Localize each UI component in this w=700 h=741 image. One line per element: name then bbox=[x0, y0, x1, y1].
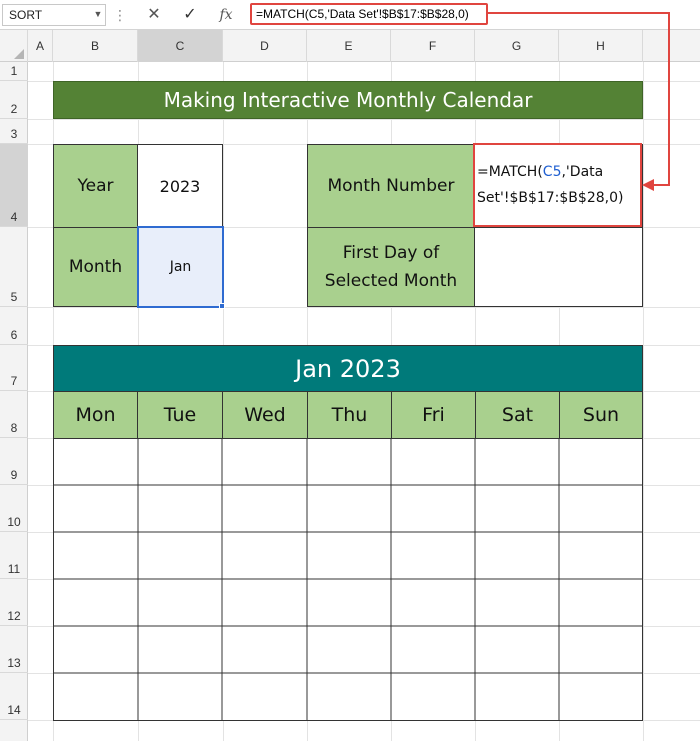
column-header-a[interactable]: A bbox=[28, 30, 53, 62]
month-value-cell[interactable]: Jan bbox=[137, 226, 224, 308]
row-header-7[interactable]: 7 bbox=[0, 345, 28, 391]
calendar-month-header: Jan 2023 bbox=[53, 345, 643, 392]
weekday-wed: Wed bbox=[222, 391, 308, 439]
row-header-6[interactable]: 6 bbox=[0, 307, 28, 345]
weekday-mon: Mon bbox=[53, 391, 138, 439]
column-header-d[interactable]: D bbox=[223, 30, 307, 62]
month-label: Month bbox=[53, 227, 138, 307]
weekday-fri: Fri bbox=[391, 391, 476, 439]
formula-input[interactable]: =MATCH(C5,'Data Set'!$B$17:$B$28,0) bbox=[250, 3, 488, 25]
calendar-grid-lines bbox=[53, 438, 643, 721]
select-all-button[interactable] bbox=[0, 30, 28, 62]
column-header-c[interactable]: C bbox=[138, 30, 223, 62]
column-header-f[interactable]: F bbox=[391, 30, 475, 62]
row-header-2[interactable]: 2 bbox=[0, 81, 28, 119]
first-day-value-cell[interactable] bbox=[474, 227, 643, 307]
row-header-10[interactable]: 10 bbox=[0, 485, 28, 532]
fx-icon[interactable]: fx bbox=[212, 4, 240, 26]
row-header-1[interactable]: 1 bbox=[0, 62, 28, 81]
weekday-sat: Sat bbox=[475, 391, 560, 439]
row-header-5[interactable]: 5 bbox=[0, 227, 28, 307]
row-header-14[interactable]: 14 bbox=[0, 673, 28, 720]
fill-handle[interactable] bbox=[219, 303, 225, 309]
row-header-bar: 1 2 3 4 5 6 7 8 9 10 11 12 13 14 bbox=[0, 62, 28, 741]
weekday-sun: Sun bbox=[559, 391, 643, 439]
cancel-icon[interactable]: ✕ bbox=[140, 4, 168, 26]
year-value-cell[interactable]: 2023 bbox=[137, 144, 223, 228]
row-header-8[interactable]: 8 bbox=[0, 391, 28, 438]
row-header-4[interactable]: 4 bbox=[0, 144, 28, 227]
calendar-day-grid bbox=[53, 438, 643, 721]
weekday-tue: Tue bbox=[137, 391, 223, 439]
row-header-12[interactable]: 12 bbox=[0, 579, 28, 626]
month-number-label: Month Number bbox=[307, 144, 475, 228]
year-label: Year bbox=[53, 144, 138, 228]
weekday-thu: Thu bbox=[307, 391, 392, 439]
row-header-9[interactable]: 9 bbox=[0, 438, 28, 485]
column-header-b[interactable]: B bbox=[53, 30, 138, 62]
chevron-down-icon[interactable]: ▼ bbox=[91, 5, 105, 23]
row-header-3[interactable]: 3 bbox=[0, 119, 28, 144]
callout-arrow bbox=[488, 12, 670, 191]
first-day-label: First Day of Selected Month bbox=[307, 227, 475, 307]
first-day-label-line1: First Day of bbox=[342, 243, 440, 263]
column-header-e[interactable]: E bbox=[307, 30, 391, 62]
drag-handle-icon[interactable]: ⋮ bbox=[113, 5, 127, 25]
row-header-13[interactable]: 13 bbox=[0, 626, 28, 673]
row-header-11[interactable]: 11 bbox=[0, 532, 28, 579]
enter-icon[interactable]: ✓ bbox=[176, 4, 204, 26]
first-day-label-line2: Selected Month bbox=[324, 271, 458, 291]
